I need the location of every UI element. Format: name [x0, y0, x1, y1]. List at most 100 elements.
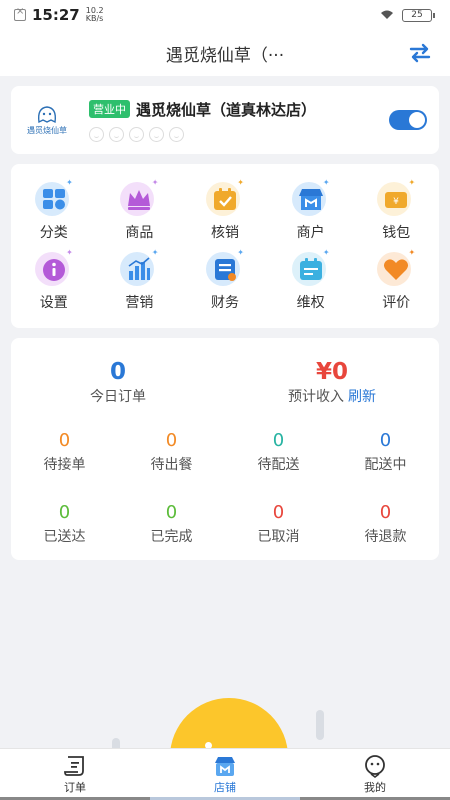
- store-info: 营业中 遇觅烧仙草（道真林达店）: [89, 99, 389, 142]
- order-icon: [64, 756, 84, 776]
- status-left: 15:27 10.2 KB/s: [14, 6, 104, 24]
- nav-bar: 遇觅烧仙草（···: [0, 30, 450, 76]
- menu-label: 评价: [382, 295, 411, 311]
- status-delivering[interactable]: 0 配送中: [332, 432, 439, 474]
- status-label: 待接单: [43, 457, 86, 473]
- store-title-row: 营业中 遇觅烧仙草（道真林达店）: [89, 99, 389, 120]
- status-count: 0: [165, 430, 178, 451]
- menu-item-rights[interactable]: ✦ 维权: [268, 248, 354, 318]
- no-sim-icon: [14, 6, 26, 21]
- status-pending-refund[interactable]: 0 待退款: [332, 504, 439, 546]
- store-open-toggle[interactable]: [389, 110, 427, 130]
- expected-income: ¥0 预计收入 刷新: [225, 360, 439, 406]
- status-label: 待配送: [257, 457, 300, 473]
- store-card: 遇觅烧仙草 营业中 遇觅烧仙草（道真林达店）: [11, 86, 439, 154]
- status-pending-meal[interactable]: 0 待出餐: [118, 432, 225, 474]
- today-orders[interactable]: 0 今日订单: [11, 360, 225, 406]
- profile-icon: [365, 755, 385, 778]
- network-speed-unit: KB/s: [85, 14, 104, 23]
- status-count: 0: [58, 430, 71, 451]
- wifi-icon: [381, 10, 393, 19]
- rating-face-icon: [169, 126, 184, 142]
- store-rating: [89, 126, 389, 142]
- tab-orders[interactable]: 订单: [0, 749, 150, 800]
- menu-item-marketing[interactable]: ✦ 营销: [97, 248, 183, 318]
- tab-label: 我的: [364, 781, 386, 794]
- menu-item-verify[interactable]: ✦ 核销: [182, 178, 268, 248]
- bottom-tab-bar: 订单 店铺 我的: [0, 748, 450, 800]
- sun-mascot: [170, 698, 288, 748]
- bar-chart-icon: ✦: [118, 248, 160, 290]
- cactus-decoration: [316, 710, 324, 740]
- switch-store-icon[interactable]: [408, 42, 432, 64]
- finance-doc-icon: ✦: [204, 248, 246, 290]
- rating-face-icon: [89, 126, 104, 142]
- store-logo: 遇觅烧仙草: [23, 96, 71, 144]
- shop-icon: ✦: [290, 178, 332, 220]
- status-delivered[interactable]: 0 已送达: [11, 504, 118, 546]
- battery-level: 25: [411, 10, 423, 20]
- status-label: 已送达: [43, 529, 86, 545]
- order-stats-card: 0 今日订单 ¥0 预计收入 刷新 0 待接单 0 待出餐 0 待配送 0 配送中…: [11, 338, 439, 560]
- status-right: 25: [380, 8, 435, 22]
- menu-label: 核销: [210, 225, 239, 241]
- status-label: 待出餐: [150, 457, 193, 473]
- battery-icon: 25: [402, 8, 435, 22]
- status-completed[interactable]: 0 已完成: [118, 504, 225, 546]
- status-cancelled[interactable]: 0 已取消: [225, 504, 332, 546]
- refresh-link[interactable]: 刷新: [348, 389, 376, 405]
- wallet-icon: ✦ ¥: [375, 178, 417, 220]
- calendar-check-icon: ✦: [204, 178, 246, 220]
- status-pending-delivery[interactable]: 0 待配送: [225, 432, 332, 474]
- cactus-decoration: [112, 738, 120, 748]
- menu-item-reviews[interactable]: ✦ 评价: [353, 248, 439, 318]
- crown-icon: ✦: [118, 178, 160, 220]
- page-title[interactable]: 遇觅烧仙草（···: [166, 41, 284, 66]
- tab-label: 订单: [64, 781, 86, 794]
- heart-icon: ✦: [375, 248, 417, 290]
- menu-label: 营销: [125, 295, 154, 311]
- menu-item-products[interactable]: ✦ 商品: [97, 178, 183, 248]
- status-badge: 营业中: [89, 100, 130, 118]
- info-settings-icon: ✦: [33, 248, 75, 290]
- store-name: 遇觅烧仙草（道真林达店）: [136, 100, 317, 119]
- rating-face-icon: [109, 126, 124, 142]
- category-icon: ✦: [33, 178, 75, 220]
- menu-item-settings[interactable]: ✦ 设置: [11, 248, 97, 318]
- menu-label: 钱包: [382, 225, 411, 241]
- today-orders-label: 今日订单: [90, 389, 146, 405]
- menu-item-finance[interactable]: ✦ 财务: [182, 248, 268, 318]
- expected-income-row: 预计收入 刷新: [288, 386, 376, 406]
- menu-item-category[interactable]: ✦ 分类: [11, 178, 97, 248]
- background-illustration: [0, 690, 450, 748]
- menu-item-merchant[interactable]: ✦ 商户: [268, 178, 354, 248]
- store-logo-icon: [37, 106, 57, 124]
- tab-profile[interactable]: 我的: [300, 749, 450, 800]
- order-status-grid: 0 待接单 0 待出餐 0 待配送 0 配送中 0 已送达 0 已完成 0 已取…: [11, 432, 439, 546]
- expected-income-value: ¥0: [315, 359, 348, 385]
- status-count: 0: [272, 502, 285, 523]
- menu-label: 设置: [39, 295, 68, 311]
- status-label: 已取消: [257, 529, 300, 545]
- status-label: 待退款: [364, 529, 407, 545]
- status-label: 配送中: [364, 457, 407, 473]
- rating-face-icon: [149, 126, 164, 142]
- calendar-edit-icon: ✦: [290, 248, 332, 290]
- tab-store[interactable]: 店铺: [150, 749, 300, 800]
- status-count: 0: [272, 430, 285, 451]
- menu-label: 商品: [125, 225, 154, 241]
- menu-label: 财务: [210, 295, 239, 311]
- svg-text:¥: ¥: [393, 197, 399, 207]
- status-pending-accept[interactable]: 0 待接单: [11, 432, 118, 474]
- store-icon: [215, 757, 235, 776]
- menu-label: 维权: [296, 295, 325, 311]
- status-count: 0: [165, 502, 178, 523]
- tab-label: 店铺: [214, 781, 236, 794]
- status-label: 已完成: [150, 529, 193, 545]
- status-count: 0: [379, 430, 392, 451]
- stats-summary: 0 今日订单 ¥0 预计收入 刷新: [11, 360, 439, 406]
- network-speed: 10.2 KB/s: [86, 7, 104, 23]
- menu-item-wallet[interactable]: ✦ ¥ 钱包: [353, 178, 439, 248]
- today-orders-value: 0: [109, 359, 126, 385]
- store-logo-text: 遇觅烧仙草: [27, 126, 67, 135]
